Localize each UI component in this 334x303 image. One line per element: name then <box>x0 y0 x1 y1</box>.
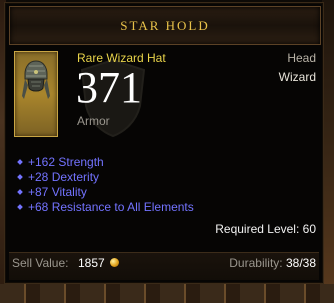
durability-label: Durability: <box>229 256 283 270</box>
affix-text: +162 Strength <box>28 155 104 169</box>
tooltip-header: Star Hold <box>9 6 321 45</box>
sell-value: 1857 <box>78 256 105 270</box>
bullet-diamond-icon <box>17 173 23 180</box>
background-bottom <box>0 284 334 303</box>
item-class: Wizard <box>278 70 316 84</box>
affix-text: +68 Resistance to All Elements <box>28 200 194 214</box>
affix-text: +28 Dexterity <box>28 170 100 184</box>
item-slot-type: Head <box>287 51 316 65</box>
bullet-diamond-icon <box>17 158 23 165</box>
bullet-diamond-icon <box>17 203 23 210</box>
armor-label: Armor <box>77 114 110 128</box>
affix-item: +68 Resistance to All Elements <box>17 200 194 215</box>
bullet-diamond-icon <box>17 188 23 195</box>
required-level-label: Required Level: <box>215 222 300 236</box>
item-title: Star Hold <box>120 18 210 33</box>
wizard-hat-icon <box>22 60 50 99</box>
affix-item: +28 Dexterity <box>17 170 194 185</box>
durability: Durability: 38/38 <box>229 256 316 270</box>
gold-coin-icon <box>110 258 119 267</box>
armor-value: 371 <box>76 63 142 112</box>
durability-value: 38/38 <box>285 256 316 270</box>
affix-item: +162 Strength <box>17 155 194 170</box>
required-level-value: 60 <box>302 222 316 236</box>
item-icon-slot[interactable] <box>14 51 58 137</box>
affix-text: +87 Vitality <box>28 185 87 199</box>
sell-value-label: Sell Value: <box>12 256 69 270</box>
item-tooltip: Star Hold <box>4 2 324 284</box>
required-level: Required Level: 60 <box>215 222 316 236</box>
affix-item: +87 Vitality <box>17 185 194 200</box>
affix-list: +162 Strength +28 Dexterity +87 Vitality… <box>17 155 194 215</box>
